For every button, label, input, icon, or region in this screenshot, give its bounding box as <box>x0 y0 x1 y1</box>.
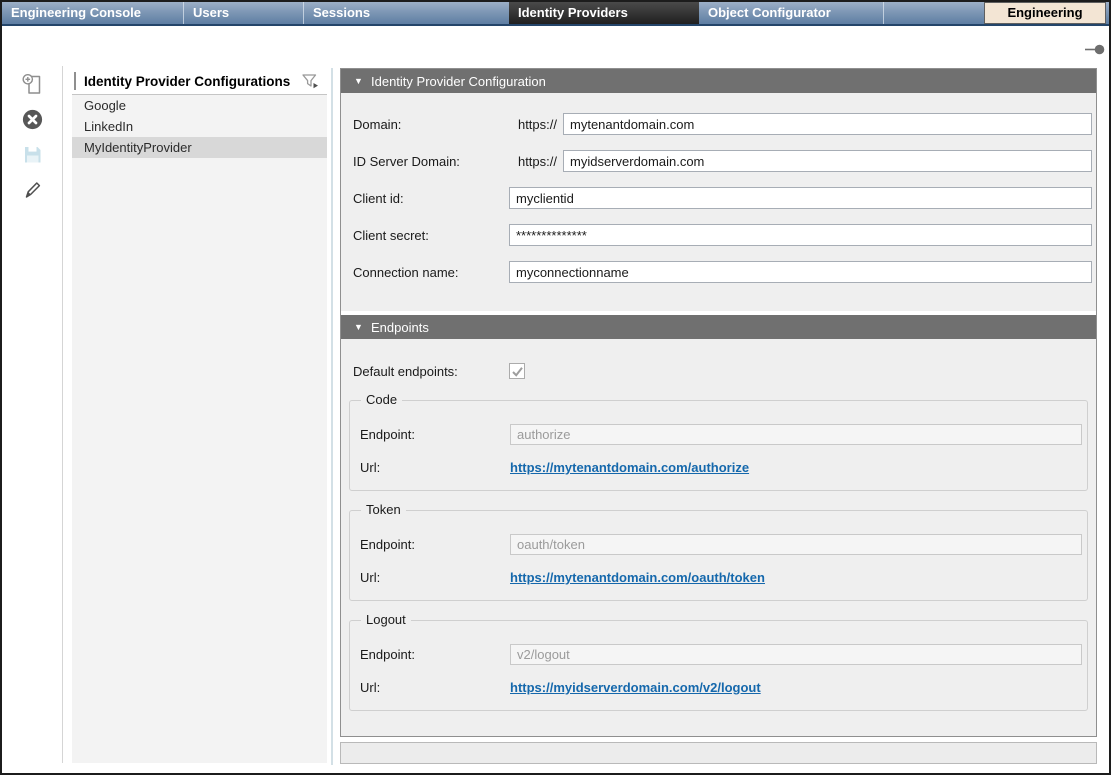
token-endpoint-input <box>510 534 1082 555</box>
toolbar-divider <box>62 66 63 763</box>
client-id-row: Client id: <box>353 187 1092 209</box>
list-panel-title: Identity Provider Configurations <box>84 74 290 89</box>
filter-button[interactable] <box>301 73 320 90</box>
top-tab-bar: Engineering Console Users Sessions Ident… <box>2 2 1109 26</box>
default-endpoints-label: Default endpoints: <box>353 364 509 379</box>
panel-pin-icon[interactable] <box>1085 42 1105 53</box>
tab-identity-providers[interactable]: Identity Providers <box>509 2 699 24</box>
logout-group-legend: Logout <box>361 612 411 627</box>
section-title: Identity Provider Configuration <box>371 74 546 89</box>
id-server-domain-input[interactable] <box>563 150 1092 172</box>
code-endpoint-group: Code Endpoint: Url: https://mytenantdoma… <box>349 400 1088 491</box>
panel-splitter[interactable] <box>331 68 333 765</box>
configuration-form: Domain: https:// ID Server Domain: https… <box>341 93 1096 311</box>
edit-configuration-button[interactable] <box>21 177 44 200</box>
application-window: Engineering Console Users Sessions Ident… <box>0 0 1111 775</box>
code-url-row: Url: https://mytenantdomain.com/authoriz… <box>360 457 1082 478</box>
status-footer <box>340 742 1097 764</box>
domain-label: Domain: <box>353 117 509 132</box>
delete-configuration-button[interactable] <box>21 108 44 131</box>
id-server-domain-label: ID Server Domain: <box>353 154 509 169</box>
client-id-label: Client id: <box>353 191 509 206</box>
client-secret-label: Client secret: <box>353 228 509 243</box>
client-id-input[interactable] <box>509 187 1092 209</box>
code-group-legend: Code <box>361 392 402 407</box>
filter-funnel-icon <box>301 73 320 90</box>
token-url-row: Url: https://mytenantdomain.com/oauth/to… <box>360 567 1082 588</box>
list-item-google[interactable]: Google <box>72 95 327 116</box>
token-url-link[interactable]: https://mytenantdomain.com/oauth/token <box>510 570 765 585</box>
checkmark-icon <box>511 365 524 378</box>
id-server-https-prefix: https:// <box>509 154 563 169</box>
code-endpoint-row: Endpoint: <box>360 424 1082 445</box>
endpoint-label: Endpoint: <box>360 647 510 662</box>
tab-sessions[interactable]: Sessions <box>304 2 509 24</box>
logout-url-link[interactable]: https://myidserverdomain.com/v2/logout <box>510 680 761 695</box>
token-endpoint-row: Endpoint: <box>360 534 1082 555</box>
list-item-linkedin[interactable]: LinkedIn <box>72 116 327 137</box>
logout-url-row: Url: https://myidserverdomain.com/v2/log… <box>360 677 1082 698</box>
connection-name-row: Connection name: <box>353 261 1092 283</box>
logout-endpoint-input <box>510 644 1082 665</box>
list-panel-header: Identity Provider Configurations <box>72 68 327 95</box>
tab-object-configurator[interactable]: Object Configurator <box>699 2 883 24</box>
list-item-myidentityprovider[interactable]: MyIdentityProvider <box>72 137 327 158</box>
section-title: Endpoints <box>371 320 429 335</box>
delete-x-circle-icon <box>21 108 44 131</box>
header-accent-bar <box>74 72 76 90</box>
identity-provider-list-panel: Identity Provider Configurations Google … <box>72 68 327 763</box>
identity-provider-configuration-section-header[interactable]: ▼ Identity Provider Configuration <box>341 69 1096 93</box>
id-server-domain-row: ID Server Domain: https:// <box>353 150 1092 172</box>
save-configuration-button[interactable] <box>21 143 44 166</box>
url-label: Url: <box>360 570 510 585</box>
edit-pencil-icon <box>21 177 44 200</box>
client-secret-input[interactable] <box>509 224 1092 246</box>
tab-engineering-console[interactable]: Engineering Console <box>2 2 183 24</box>
default-endpoints-row: Default endpoints: <box>353 361 1092 381</box>
domain-input[interactable] <box>563 113 1092 135</box>
logout-endpoint-row: Endpoint: <box>360 644 1082 665</box>
token-endpoint-group: Token Endpoint: Url: https://mytenantdom… <box>349 510 1088 601</box>
url-label: Url: <box>360 680 510 695</box>
collapse-triangle-icon[interactable]: ▼ <box>354 76 368 86</box>
collapse-triangle-icon[interactable]: ▼ <box>354 322 368 332</box>
save-floppy-icon <box>21 143 44 166</box>
add-document-icon <box>21 73 44 96</box>
default-endpoints-checkbox[interactable] <box>509 363 525 379</box>
tab-engineering[interactable]: Engineering <box>984 2 1106 24</box>
client-secret-row: Client secret: <box>353 224 1092 246</box>
connection-name-label: Connection name: <box>353 265 509 280</box>
token-group-legend: Token <box>361 502 406 517</box>
connection-name-input[interactable] <box>509 261 1092 283</box>
code-endpoint-input <box>510 424 1082 445</box>
url-label: Url: <box>360 460 510 475</box>
endpoints-form: Default endpoints: Code Endpoint: Url: h… <box>341 339 1096 736</box>
add-configuration-button[interactable] <box>21 73 44 96</box>
logout-endpoint-group: Logout Endpoint: Url: https://myidserver… <box>349 620 1088 711</box>
endpoints-section-header[interactable]: ▼ Endpoints <box>341 315 1096 339</box>
domain-https-prefix: https:// <box>509 117 563 132</box>
domain-row: Domain: https:// <box>353 113 1092 135</box>
configuration-panel: ▼ Identity Provider Configuration Domain… <box>340 68 1097 737</box>
code-url-link[interactable]: https://mytenantdomain.com/authorize <box>510 460 749 475</box>
endpoint-label: Endpoint: <box>360 427 510 442</box>
endpoint-label: Endpoint: <box>360 537 510 552</box>
tabbar-spacer <box>884 2 984 24</box>
tab-users[interactable]: Users <box>184 2 303 24</box>
